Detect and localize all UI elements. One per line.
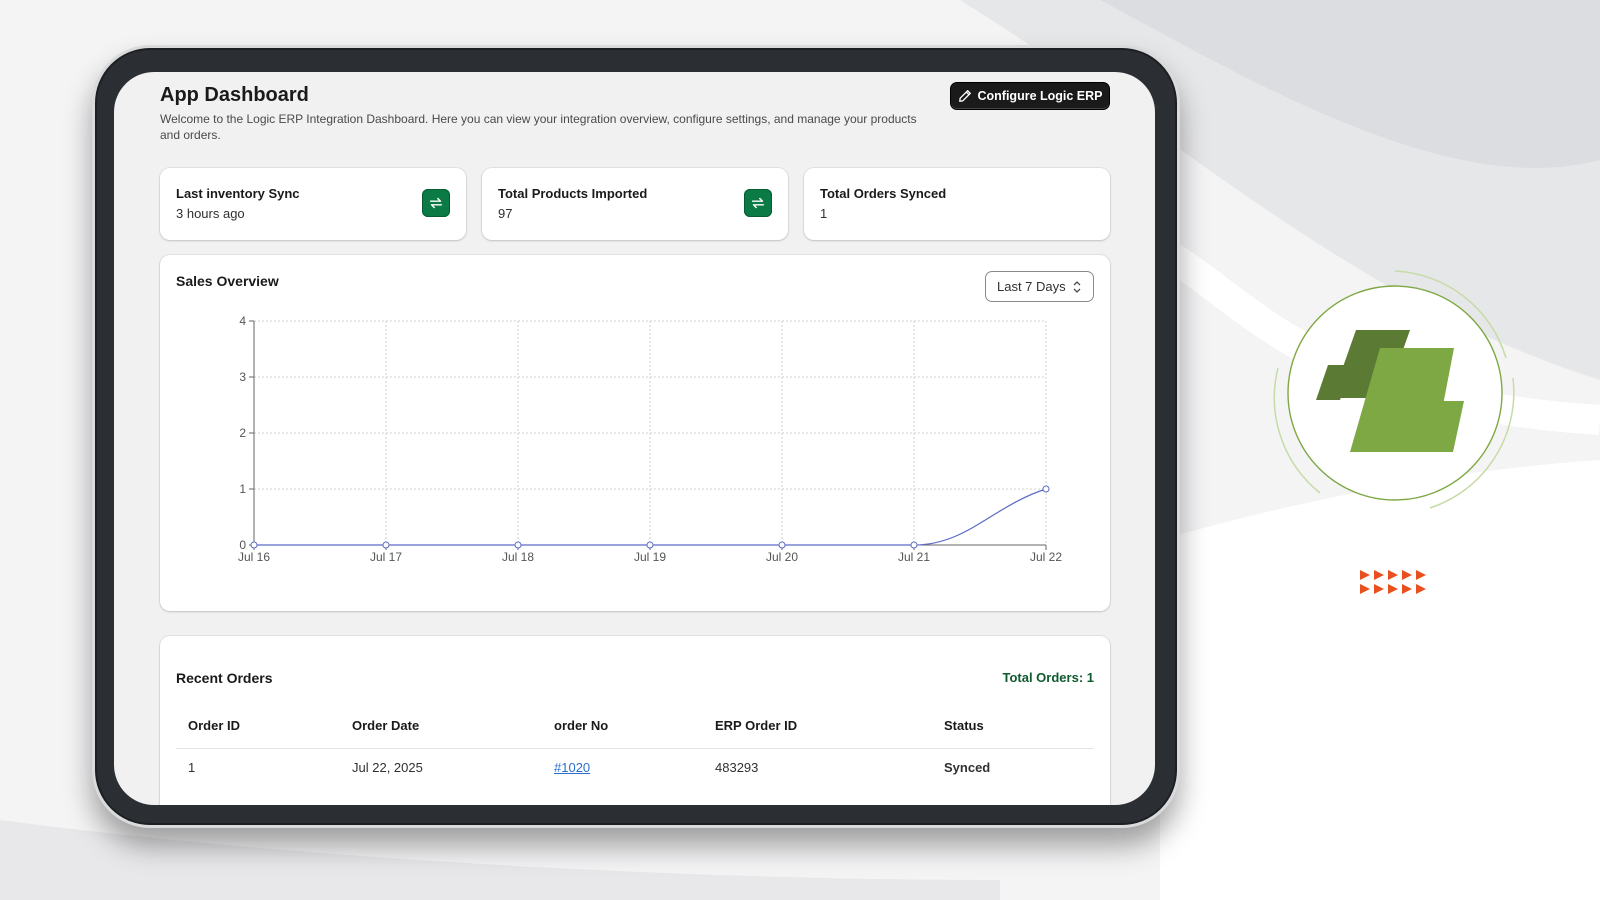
data-point: [250, 541, 258, 549]
decorative-arrows: [1360, 570, 1440, 598]
y-tick-label: 3: [239, 370, 246, 384]
pencil-icon: [958, 90, 971, 102]
recent-orders-card: Recent Orders Total Orders: 1 Order ID O…: [160, 636, 1110, 805]
stat-card-total-products: Total Products Imported 97: [482, 168, 788, 240]
column-header-order-id: Order ID: [176, 704, 340, 749]
y-tick-label: 4: [239, 314, 246, 328]
date-range-select[interactable]: Last 7 Days: [985, 271, 1094, 302]
sales-overview-card: Sales Overview Last 7 Days 0 1 2 3 4 Jul 16 Ju…: [160, 255, 1110, 611]
cell-order-date: Jul 22, 2025: [352, 759, 423, 775]
chevron-up-down-icon: [1073, 280, 1081, 293]
configure-logic-erp-button[interactable]: Configure Logic ERP: [950, 82, 1110, 110]
cell-order-no: #1020: [542, 748, 703, 786]
data-point: [646, 541, 654, 549]
x-tick-label: Jul 17: [370, 550, 402, 564]
stat-label: Total Products Imported: [498, 186, 648, 201]
total-orders-count: Total Orders: 1: [1002, 670, 1094, 685]
stat-card-total-orders: Total Orders Synced 1: [804, 168, 1110, 240]
x-tick-label: Jul 22: [1030, 550, 1062, 564]
sync-icon[interactable]: [744, 189, 772, 217]
stat-label: Total Orders Synced: [820, 186, 947, 201]
cell-erp-order-id: 483293: [715, 759, 759, 775]
data-point: [1042, 485, 1050, 493]
data-point: [382, 541, 390, 549]
data-point: [514, 541, 522, 549]
y-tick-label: 1: [239, 482, 246, 496]
x-tick-label: Jul 19: [634, 550, 666, 564]
order-number-link[interactable]: #1020: [554, 760, 590, 775]
x-tick-label: Jul 20: [766, 550, 798, 564]
x-tick-label: Jul 16: [238, 550, 270, 564]
cell-status: Synced: [944, 759, 991, 775]
table-row: 1 Jul 22, 2025 #1020 483293 Synced: [176, 748, 1094, 786]
column-header-order-no: order No: [542, 704, 703, 749]
column-header-order-date: Order Date: [340, 704, 542, 749]
orders-table: Order ID Order Date order No ERP Order I…: [176, 704, 1094, 786]
stat-value: 97: [498, 206, 513, 221]
data-point: [910, 541, 918, 549]
x-tick-label: Jul 21: [898, 550, 930, 564]
table-header-row: Order ID Order Date order No ERP Order I…: [176, 704, 1094, 749]
sales-overview-title: Sales Overview: [176, 273, 279, 289]
configure-button-label: Configure Logic ERP: [977, 89, 1103, 103]
stat-label: Last inventory Sync: [176, 186, 300, 201]
y-tick-label: 2: [239, 426, 246, 440]
column-header-status: Status: [932, 704, 1094, 749]
stat-value: 1: [820, 206, 828, 221]
cell-order-id: 1: [188, 759, 196, 775]
sync-icon[interactable]: [422, 189, 450, 217]
logic-erp-logo: [1273, 270, 1515, 509]
page-title: App Dashboard: [160, 84, 309, 106]
recent-orders-title: Recent Orders: [176, 670, 273, 686]
date-range-value: Last 7 Days: [997, 279, 1066, 294]
x-tick-label: Jul 18: [502, 550, 534, 564]
data-point: [778, 541, 786, 549]
page-description: Welcome to the Logic ERP Integration Das…: [160, 112, 917, 142]
stat-value: 3 hours ago: [176, 206, 245, 221]
column-header-erp-order-id: ERP Order ID: [703, 704, 932, 749]
stat-card-last-inventory-sync: Last inventory Sync 3 hours ago: [160, 168, 466, 240]
sales-line-chart: 01234Jul 16 Jul 17 Jul 18 Jul 19 Jul 20 Jul 2…: [238, 314, 1062, 564]
app-screen: App Dashboard Welcome to the Logic ERP I…: [114, 72, 1155, 805]
